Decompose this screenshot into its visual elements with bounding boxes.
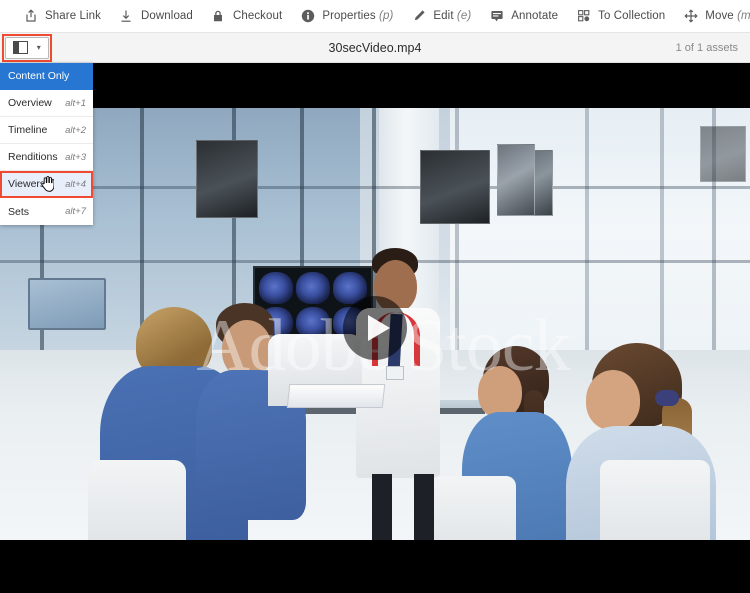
menu-shortcut-overview: alt+1 xyxy=(65,97,86,109)
download-icon xyxy=(119,9,134,24)
toolbar-text-edit: Edit xyxy=(433,10,454,22)
toolbar-button-properties[interactable]: Properties (p) xyxy=(291,0,402,32)
toolbar-button-to-collection[interactable]: To Collection xyxy=(567,0,674,32)
move-icon xyxy=(683,9,698,24)
toolbar-button-share-link[interactable]: Share Link xyxy=(14,0,110,32)
toolbar-label-checkout: Checkout xyxy=(232,10,283,22)
menu-shortcut-viewers: alt+4 xyxy=(65,178,86,190)
scene-xray-panel xyxy=(196,140,258,218)
menu-shortcut-timeline: alt+2 xyxy=(65,124,86,136)
scene-chair xyxy=(88,460,186,540)
menu-item-renditions[interactable]: Renditions alt+3 xyxy=(0,144,93,171)
video-stage[interactable]: Adobe Stock xyxy=(0,63,750,593)
menu-item-content-only[interactable]: Content Only xyxy=(0,63,93,90)
page-title: 30secVideo.mp4 xyxy=(328,40,422,55)
toolbar-button-edit[interactable]: Edit (e) xyxy=(402,0,480,32)
menu-item-timeline[interactable]: Timeline alt+2 xyxy=(0,117,93,144)
toolbar-button-move[interactable]: Move (m) xyxy=(674,0,750,32)
scene-mullion-h xyxy=(0,186,750,189)
toolbar-text-move: Move xyxy=(705,10,734,22)
collection-icon xyxy=(576,9,591,24)
pencil-icon xyxy=(411,9,426,24)
toolbar-label-edit: Edit (e) xyxy=(433,10,471,22)
toolbar-button-checkout[interactable]: Checkout xyxy=(202,0,291,32)
toolbar-label-move: Move (m) xyxy=(705,10,750,22)
toolbar-hint-properties: (p) xyxy=(379,10,394,22)
scene-scan-image xyxy=(296,272,330,304)
toolbar-button-annotate[interactable]: Annotate xyxy=(480,0,567,32)
scene-hair-tie xyxy=(655,390,679,406)
toolbar-label-annotate: Annotate xyxy=(511,10,559,22)
view-mode-menu: Content Only Overview alt+1 Timeline alt… xyxy=(0,63,93,225)
toolbar-hint-edit: (e) xyxy=(456,10,472,22)
toolbar-label-properties: Properties (p) xyxy=(322,10,393,22)
scene-mullion xyxy=(660,108,664,359)
menu-label-timeline: Timeline xyxy=(8,124,48,136)
menu-item-overview[interactable]: Overview alt+1 xyxy=(0,90,93,117)
play-button[interactable] xyxy=(343,296,407,360)
scene-leg xyxy=(414,474,434,540)
toolbar-label-share-link: Share Link xyxy=(45,10,101,22)
info-icon xyxy=(300,9,315,24)
scene-xray-panel xyxy=(420,150,490,224)
scene-laptop xyxy=(28,278,106,330)
hand-cursor-icon xyxy=(40,176,55,192)
menu-label-renditions: Renditions xyxy=(8,151,58,163)
scene-mullion xyxy=(585,108,589,359)
scene-xray-panel xyxy=(700,126,746,182)
scene-mullion xyxy=(455,108,459,359)
scene-xray-panel xyxy=(497,144,535,216)
toolbar-label-download: Download xyxy=(140,10,193,22)
menu-label-overview: Overview xyxy=(8,97,52,109)
menu-label-content-only: Content Only xyxy=(8,70,70,82)
menu-item-viewers[interactable]: Viewers alt+4 xyxy=(0,171,93,198)
menu-item-sets[interactable]: Sets alt+7 xyxy=(0,198,93,225)
share-icon xyxy=(23,9,38,24)
toolbar-hint-move: (m) xyxy=(737,10,750,22)
toolbar-button-download[interactable]: Download xyxy=(110,0,202,32)
menu-shortcut-sets: alt+7 xyxy=(65,206,86,217)
lock-icon xyxy=(211,9,226,24)
annotate-icon xyxy=(489,9,504,24)
menu-label-sets: Sets xyxy=(8,205,30,218)
menu-shortcut-renditions: alt+3 xyxy=(65,151,86,163)
scene-chair xyxy=(600,460,710,540)
scene-open-book xyxy=(286,384,386,408)
toolbar-text-properties: Properties xyxy=(322,10,376,22)
toolbar-label-to-collection: To Collection xyxy=(598,10,666,22)
scene-id-badge xyxy=(386,366,404,380)
action-toolbar: Share Link Download Checkout Properties … xyxy=(0,0,750,33)
play-icon xyxy=(367,315,390,341)
asset-header-bar: ▾ 30secVideo.mp4 1 of 1 assets xyxy=(0,33,750,63)
scene-scan-image xyxy=(259,272,293,304)
asset-viewer-window: Share Link Download Checkout Properties … xyxy=(0,0,750,593)
scene-leg xyxy=(372,474,392,540)
scene-chair xyxy=(430,476,516,540)
